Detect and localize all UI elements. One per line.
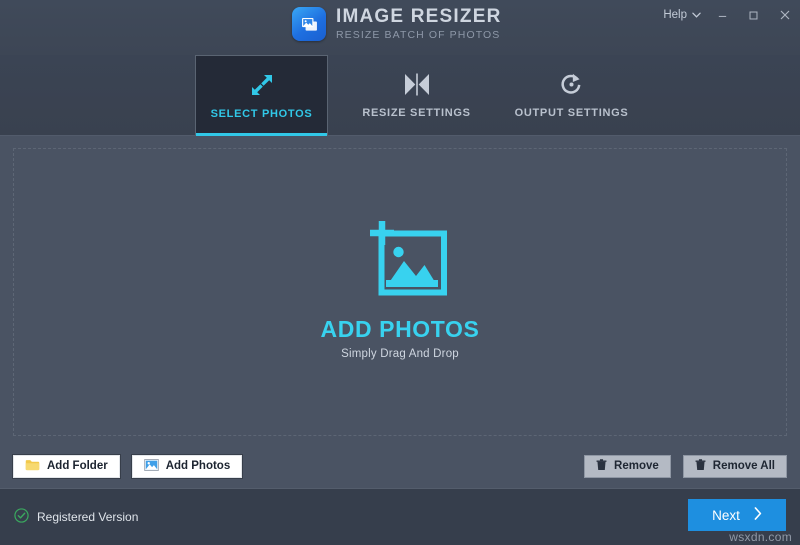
title-bar: IMAGE RESIZER RESIZE BATCH OF PHOTOS Hel… — [0, 0, 800, 55]
tab-label: SELECT PHOTOS — [210, 107, 313, 120]
maximize-icon — [749, 11, 758, 19]
registered-label: Registered Version — [37, 510, 139, 524]
close-icon — [780, 10, 789, 20]
tab-label: OUTPUT SETTINGS — [514, 107, 629, 119]
app-title: IMAGE RESIZER — [336, 6, 502, 28]
refresh-circle-icon — [559, 71, 584, 97]
window-controls: Help — [657, 0, 800, 30]
add-folder-button[interactable]: Add Folder — [13, 454, 120, 478]
help-menu-button[interactable]: Help — [657, 2, 707, 28]
logo-photos-glyph — [301, 17, 317, 31]
resize-arrows-icon — [249, 72, 275, 98]
next-label: Next — [712, 507, 740, 523]
footer-bar: Registered Version Next wsxdn.com — [0, 488, 800, 545]
folder-icon — [25, 459, 40, 474]
help-label: Help — [663, 9, 687, 21]
trash-icon — [596, 458, 607, 474]
remove-button[interactable]: Remove — [584, 454, 671, 478]
collapse-arrows-icon — [403, 71, 431, 97]
minimize-icon — [718, 15, 727, 17]
maximize-button[interactable] — [738, 1, 769, 29]
photo-dropzone[interactable]: ADD PHOTOS Simply Drag And Drop — [13, 148, 787, 436]
app-subtitle: RESIZE BATCH OF PHOTOS — [336, 29, 501, 42]
dropzone-inner: ADD PHOTOS Simply Drag And Drop — [321, 219, 480, 360]
main-content: ADD PHOTOS Simply Drag And Drop Add Fold… — [0, 136, 800, 488]
brand: IMAGE RESIZER RESIZE BATCH OF PHOTOS — [292, 7, 502, 41]
check-circle-icon — [14, 508, 29, 526]
close-button[interactable] — [769, 1, 800, 29]
photo-icon — [143, 458, 159, 474]
remove-label: Remove — [614, 460, 659, 472]
add-photos-label: Add Photos — [165, 460, 231, 472]
trash-icon — [695, 458, 706, 474]
dropzone-subtitle: Simply Drag And Drop — [341, 347, 459, 360]
next-button[interactable]: Next — [688, 499, 786, 531]
tab-label: RESIZE SETTINGS — [362, 107, 471, 119]
brand-text: IMAGE RESIZER RESIZE BATCH OF PHOTOS — [336, 7, 502, 41]
add-folder-label: Add Folder — [47, 460, 108, 472]
tab-output-settings[interactable]: OUTPUT SETTINGS — [505, 55, 638, 135]
registered-status: Registered Version — [14, 508, 138, 526]
remove-all-label: Remove All — [712, 460, 775, 472]
dropzone-title: ADD PHOTOS — [320, 315, 480, 342]
tab-bar: SELECT PHOTOS RESIZE SETTINGS OUTPUT SET… — [0, 55, 800, 136]
remove-all-button[interactable]: Remove All — [682, 454, 787, 478]
add-photos-button[interactable]: Add Photos — [131, 454, 243, 478]
chevron-right-icon — [754, 507, 762, 523]
chevron-down-icon — [692, 9, 701, 21]
app-window: IMAGE RESIZER RESIZE BATCH OF PHOTOS Hel… — [0, 0, 800, 545]
tab-select-photos[interactable]: SELECT PHOTOS — [195, 55, 328, 136]
add-photo-frame-icon — [353, 219, 447, 302]
tab-resize-settings[interactable]: RESIZE SETTINGS — [350, 55, 483, 135]
action-row: Add Folder Add Photos Remove Remove All — [13, 454, 787, 478]
image-resizer-logo-icon — [292, 7, 326, 41]
minimize-button[interactable] — [707, 1, 738, 29]
watermark: wsxdn.com — [729, 530, 792, 544]
